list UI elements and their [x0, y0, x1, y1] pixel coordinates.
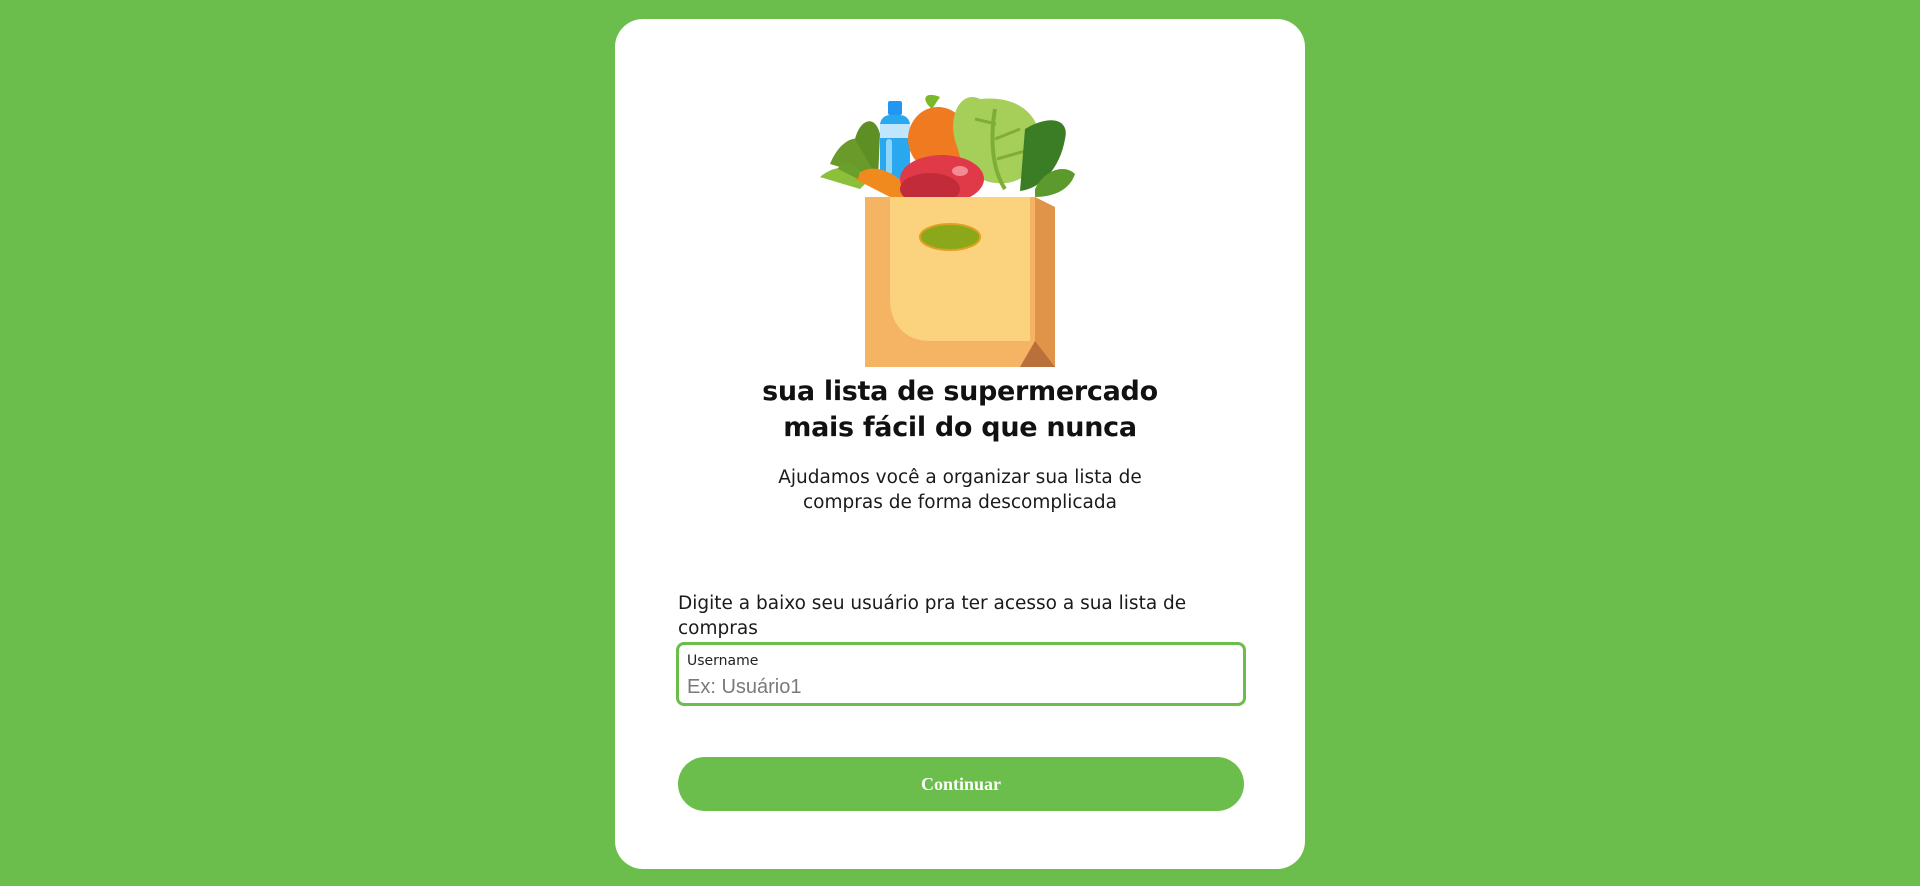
login-card: sua lista de supermercado mais fácil do … — [615, 19, 1305, 869]
page-title: sua lista de supermercado mais fácil do … — [615, 374, 1305, 446]
page-subtitle-line-2: compras de forma descomplicada — [803, 492, 1117, 513]
page-subtitle-line-1: Ajudamos você a organizar sua lista de — [778, 467, 1142, 488]
username-label: Username — [687, 653, 759, 669]
grocery-bag-icon — [820, 94, 1075, 367]
page-title-line-1: sua lista de supermercado — [762, 376, 1158, 407]
page-title-line-2: mais fácil do que nunca — [783, 412, 1137, 443]
username-input[interactable] — [687, 674, 1227, 700]
continue-button[interactable]: Continuar — [678, 757, 1244, 811]
page-subtitle: Ajudamos você a organizar sua lista de c… — [615, 465, 1305, 515]
login-instruction: Digite a baixo seu usuário pra ter acess… — [678, 593, 1187, 639]
username-field[interactable]: Username — [676, 642, 1246, 706]
